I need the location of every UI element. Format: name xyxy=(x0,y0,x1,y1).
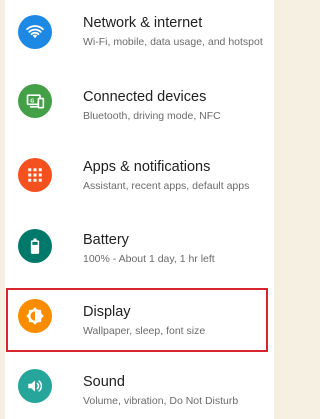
battery-icon xyxy=(18,229,52,263)
svg-text:G: G xyxy=(30,99,34,105)
settings-item-subtitle: Wallpaper, sleep, font size xyxy=(83,325,206,337)
settings-item-title: Sound xyxy=(83,374,125,390)
settings-item-subtitle: 100% - About 1 day, 1 hr left xyxy=(83,253,215,265)
settings-item-subtitle: Volume, vibration, Do Not Disturb xyxy=(83,395,239,407)
settings-item-subtitle: Bluetooth, driving mode, NFC xyxy=(83,110,221,122)
settings-item-sound[interactable]: Sound Volume, vibration, Do Not Disturb xyxy=(5,355,274,419)
settings-item-battery[interactable]: Battery 100% - About 1 day, 1 hr left xyxy=(5,214,274,284)
settings-item-title: Apps & notifications xyxy=(83,159,211,175)
settings-item-title: Network & internet xyxy=(83,15,203,31)
settings-item-display[interactable]: Display Wallpaper, sleep, font size xyxy=(5,285,274,355)
wifi-icon xyxy=(18,15,52,49)
brightness-icon xyxy=(18,299,52,333)
settings-item-subtitle: Wi-Fi, mobile, data usage, and hotspot xyxy=(83,36,263,48)
settings-item-title: Battery xyxy=(83,232,129,248)
settings-item-network[interactable]: Network & internet Wi-Fi, mobile, data u… xyxy=(5,0,274,70)
settings-item-title: Display xyxy=(83,304,131,320)
settings-item-subtitle: Assistant, recent apps, default apps xyxy=(83,180,250,192)
connected-devices-icon: G xyxy=(18,84,52,118)
volume-icon xyxy=(18,369,52,403)
settings-item-connected-devices[interactable]: G Connected devices Bluetooth, driving m… xyxy=(5,70,274,140)
settings-list: Network & internet Wi-Fi, mobile, data u… xyxy=(5,0,274,419)
apps-grid-icon xyxy=(18,158,52,192)
settings-item-apps[interactable]: Apps & notifications Assistant, recent a… xyxy=(5,144,274,214)
settings-item-title: Connected devices xyxy=(83,89,207,105)
